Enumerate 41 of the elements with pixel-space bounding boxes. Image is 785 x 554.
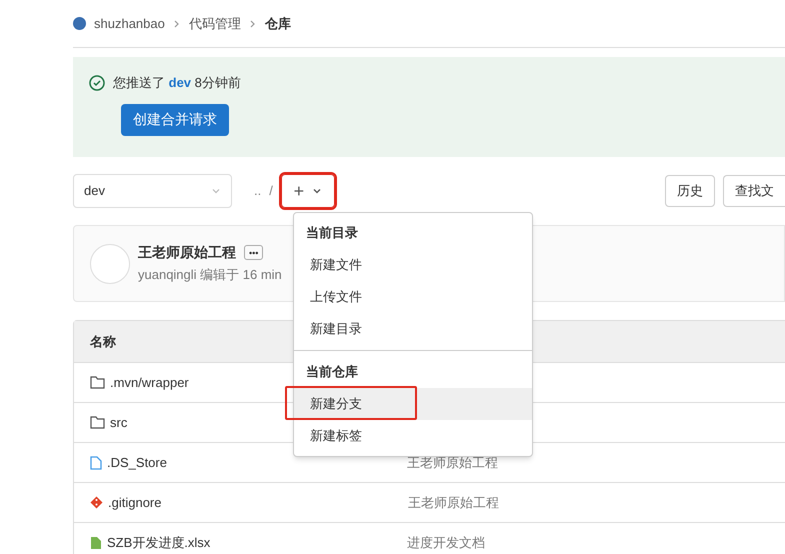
menu-section-header: 当前仓库 xyxy=(305,363,359,382)
more-button[interactable]: ••• xyxy=(244,245,264,260)
alert-message: 您推送了 dev 8分钟前 xyxy=(113,74,241,92)
commit-meta: yuanqingli 编辑于 16 min xyxy=(138,266,282,284)
folder-icon xyxy=(90,376,105,389)
history-button[interactable]: 历史 xyxy=(665,175,715,207)
branch-dropdown[interactable]: dev xyxy=(73,174,232,208)
path-separator: / xyxy=(269,182,273,200)
menu-item[interactable]: 新建分支 xyxy=(294,388,532,420)
breadcrumb-link[interactable]: 代码管理 xyxy=(188,14,241,34)
breadcrumb-link[interactable]: 仓库 xyxy=(264,14,291,34)
menu-item[interactable]: 新建文件 xyxy=(294,249,532,281)
create-merge-request-button[interactable]: 创建合并请求 xyxy=(121,104,229,136)
column-header: 名称 xyxy=(90,332,116,351)
file-link[interactable]: .gitignore xyxy=(108,492,408,512)
check-circle-icon xyxy=(89,74,105,91)
branch-name: dev xyxy=(84,182,105,200)
find-file-button[interactable]: 查找文 xyxy=(723,175,785,207)
menu-item[interactable]: 上传文件 xyxy=(294,281,532,313)
file-link[interactable]: SZB开发进度.xlsx xyxy=(107,532,407,552)
commit-message: 进度开发文档 xyxy=(407,534,485,552)
avatar-placeholder xyxy=(90,244,130,284)
chevron-down-icon xyxy=(211,186,221,196)
spreadsheet-icon xyxy=(90,536,102,550)
breadcrumb-link[interactable]: shuzhanbao xyxy=(94,14,165,34)
commit-title[interactable]: 王老师原始工程 xyxy=(138,242,236,264)
menu-section-header: 当前目录 xyxy=(305,224,359,242)
commit-message: 王老师原始工程 xyxy=(407,454,498,472)
logo-icon xyxy=(73,17,86,30)
menu-item[interactable]: 新建目录 xyxy=(294,313,532,345)
add-button[interactable]: + xyxy=(280,174,335,208)
file-link[interactable]: .DS_Store xyxy=(107,452,407,472)
chevron-icon xyxy=(172,20,181,28)
menu-item[interactable]: 新建标签 xyxy=(294,420,532,452)
commit-message: 王老师原始工程 xyxy=(408,494,499,512)
file-icon xyxy=(90,456,102,470)
chevron-icon xyxy=(248,20,257,28)
path-text: .. xyxy=(254,182,262,200)
folder-icon xyxy=(90,416,105,429)
diamond-icon xyxy=(90,496,103,509)
chevron-down-icon xyxy=(312,186,322,196)
